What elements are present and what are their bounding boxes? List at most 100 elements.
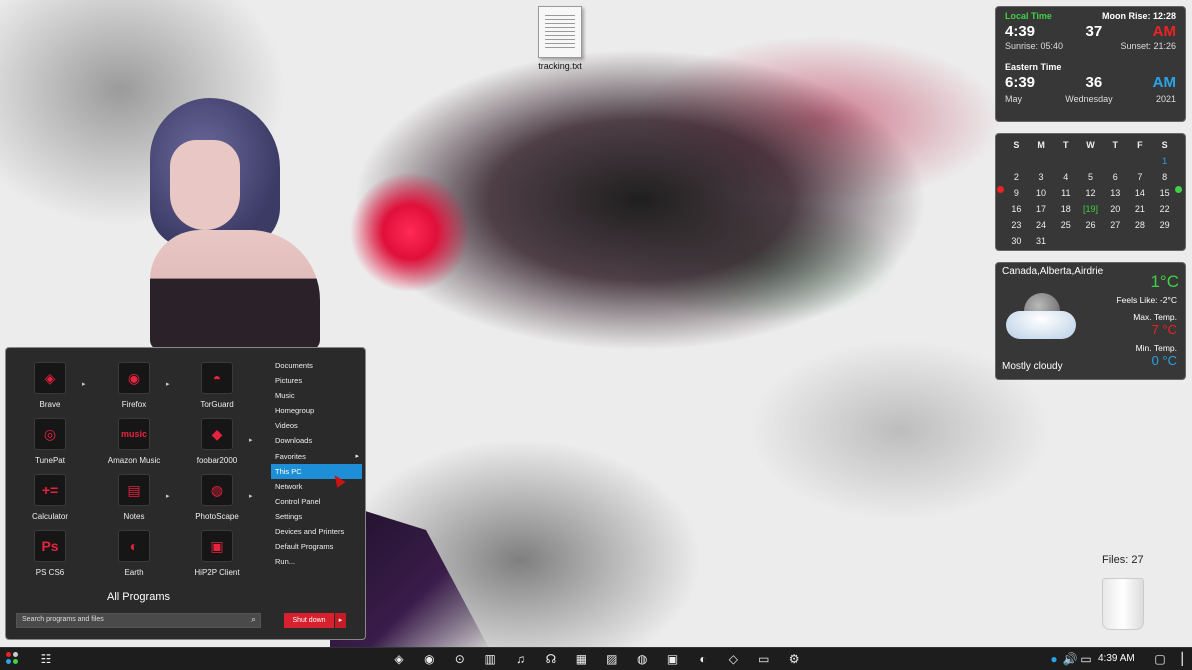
calendar-day[interactable]: 15 xyxy=(1152,186,1177,200)
earth-icon[interactable]: ◐ xyxy=(695,651,711,667)
place-control-panel[interactable]: Control Panel xyxy=(271,494,362,509)
equalizer-icon[interactable]: ▥ xyxy=(482,651,498,667)
calendar-day[interactable]: 30 xyxy=(1004,234,1029,248)
place-settings[interactable]: Settings xyxy=(271,509,362,524)
calendar-day[interactable]: 22 xyxy=(1152,202,1177,216)
calendar-day[interactable]: 20 xyxy=(1103,202,1128,216)
calendar-day[interactable]: 27 xyxy=(1103,218,1128,232)
desktop-icon-tracking[interactable]: tracking.txt xyxy=(528,6,592,71)
program-ps-cs6[interactable]: Ps PS CS6 xyxy=(15,530,85,577)
calendar-prev-dot[interactable] xyxy=(997,186,1004,193)
calendar-day[interactable]: 21 xyxy=(1128,202,1153,216)
place-music[interactable]: Music xyxy=(271,388,362,403)
headphones-icon[interactable]: ☊ xyxy=(543,651,559,667)
place-pictures[interactable]: Pictures xyxy=(271,373,362,388)
start-button[interactable] xyxy=(6,652,24,666)
feels-like: Feels Like: -2°C xyxy=(1116,295,1177,305)
shutdown-button[interactable]: Shut down xyxy=(284,613,334,628)
media-icon[interactable]: ⊙ xyxy=(452,651,468,667)
music-note-icon[interactable]: ♫ xyxy=(513,651,529,667)
calendar-day-header: S xyxy=(1013,140,1020,150)
calendar-day[interactable]: 12 xyxy=(1078,186,1103,200)
network-icon[interactable]: ▭ xyxy=(1078,651,1094,667)
program-firefox[interactable]: ◉ Firefox xyxy=(99,362,169,409)
taskbar-clock[interactable]: 4:39 AM xyxy=(1098,653,1135,664)
program-photoscape[interactable]: ◍ PhotoScape xyxy=(182,474,252,521)
place-network[interactable]: Network xyxy=(271,479,362,494)
calendar-next-dot[interactable] xyxy=(1175,186,1182,193)
firefox-icon[interactable]: ◉ xyxy=(421,651,437,667)
volume-icon[interactable]: 🔊 xyxy=(1062,651,1078,667)
notification-icon[interactable]: ▢ xyxy=(1152,651,1168,667)
shutdown-options-arrow-icon[interactable]: ▸ xyxy=(335,613,346,628)
program-amazon-music[interactable]: music Amazon Music xyxy=(99,418,169,465)
all-programs-button[interactable]: All Programs xyxy=(66,591,211,603)
place-devices-and-printers[interactable]: Devices and Printers xyxy=(271,524,362,539)
notes-icon[interactable]: ▨ xyxy=(604,651,620,667)
program-torguard[interactable]: ◓ TorGuard xyxy=(182,362,252,409)
program-hip2p-client[interactable]: ▣ HiP2P Client xyxy=(182,530,252,577)
place-downloads[interactable]: Downloads xyxy=(271,433,362,448)
jumplist-arrow-icon[interactable]: ▸ xyxy=(166,380,170,388)
search-input[interactable]: Search programs and files ⌕ xyxy=(16,613,261,628)
calendar-day[interactable]: 29 xyxy=(1152,218,1177,232)
calendar-day[interactable]: 9 xyxy=(1004,186,1029,200)
calendar-day[interactable]: 26 xyxy=(1078,218,1103,232)
search-placeholder: Search programs and files xyxy=(22,616,104,623)
calendar-day[interactable]: 3 xyxy=(1029,170,1054,184)
program-brave[interactable]: ◈ Brave xyxy=(15,362,85,409)
place-videos[interactable]: Videos xyxy=(271,418,362,433)
photoscape-icon[interactable]: ◍ xyxy=(634,651,650,667)
place-homegroup[interactable]: Homegroup xyxy=(271,403,362,418)
calendar-day[interactable]: 18 xyxy=(1053,202,1078,216)
calendar-day[interactable]: 17 xyxy=(1029,202,1054,216)
place-default-programs[interactable]: Default Programs xyxy=(271,539,362,554)
calendar-day[interactable]: 16 xyxy=(1004,202,1029,216)
local-time: 4:39 xyxy=(1005,23,1036,40)
calendar-day[interactable]: 4 xyxy=(1053,170,1078,184)
calendar-day[interactable]: [19] xyxy=(1078,202,1103,216)
jumplist-arrow-icon[interactable]: ▸ xyxy=(249,436,253,444)
calendar-day[interactable]: 2 xyxy=(1004,170,1029,184)
calendar-day[interactable]: 28 xyxy=(1128,218,1153,232)
brave-icon[interactable]: ◈ xyxy=(391,651,407,667)
hip2p-icon[interactable]: ◇ xyxy=(725,651,741,667)
jumplist-arrow-icon[interactable]: ▸ xyxy=(249,492,253,500)
place-this-pc[interactable]: This PC xyxy=(271,463,362,479)
calendar-day[interactable]: 11 xyxy=(1053,186,1078,200)
calendar-day[interactable]: 10 xyxy=(1029,186,1054,200)
calculator-icon[interactable]: ▦ xyxy=(573,651,589,667)
place-favorites[interactable]: Favorites ▸ xyxy=(271,449,362,464)
local-time-label: Local Time xyxy=(1005,11,1052,21)
calendar-day[interactable]: 6 xyxy=(1103,170,1128,184)
place-documents[interactable]: Documents xyxy=(271,358,362,373)
photoshop-icon[interactable]: ▣ xyxy=(665,651,681,667)
program-foobar2000[interactable]: ◆ foobar2000 xyxy=(182,418,252,465)
calendar-day-header: F xyxy=(1137,140,1143,150)
settings-icon[interactable]: ⚙ xyxy=(786,651,802,667)
program-calculator[interactable]: += Calculator xyxy=(15,474,85,521)
program-tunepat[interactable]: ◎ TunePat xyxy=(15,418,85,465)
calendar-day[interactable]: 8 xyxy=(1152,170,1177,184)
place-run[interactable]: Run... xyxy=(271,554,362,569)
program-earth[interactable]: ◐ Earth xyxy=(99,530,169,577)
calendar-day[interactable]: 23 xyxy=(1004,218,1029,232)
calendar-day[interactable]: 5 xyxy=(1078,170,1103,184)
calendar-day[interactable]: 14 xyxy=(1128,186,1153,200)
recycle-bin-icon[interactable] xyxy=(1102,578,1144,630)
place-label: Downloads xyxy=(275,436,313,446)
calendar-day[interactable]: 13 xyxy=(1103,186,1128,200)
calendar-day[interactable]: 25 xyxy=(1053,218,1078,232)
monitor-icon[interactable]: ▭ xyxy=(756,651,772,667)
tray-status-dot-icon[interactable]: ● xyxy=(1046,651,1062,667)
calendar-day[interactable]: 1 xyxy=(1152,154,1177,168)
calendar-day[interactable]: 7 xyxy=(1128,170,1153,184)
task-view-icon[interactable]: ☷ xyxy=(38,651,54,667)
calendar-day xyxy=(1128,154,1153,168)
program-notes[interactable]: ▤ Notes xyxy=(99,474,169,521)
jumplist-arrow-icon[interactable]: ▸ xyxy=(82,380,86,388)
calendar-day[interactable]: 31 xyxy=(1029,234,1054,248)
jumplist-arrow-icon[interactable]: ▸ xyxy=(166,492,170,500)
calendar-day[interactable]: 24 xyxy=(1029,218,1054,232)
show-desktop-button[interactable]: ▕ xyxy=(1172,651,1184,667)
